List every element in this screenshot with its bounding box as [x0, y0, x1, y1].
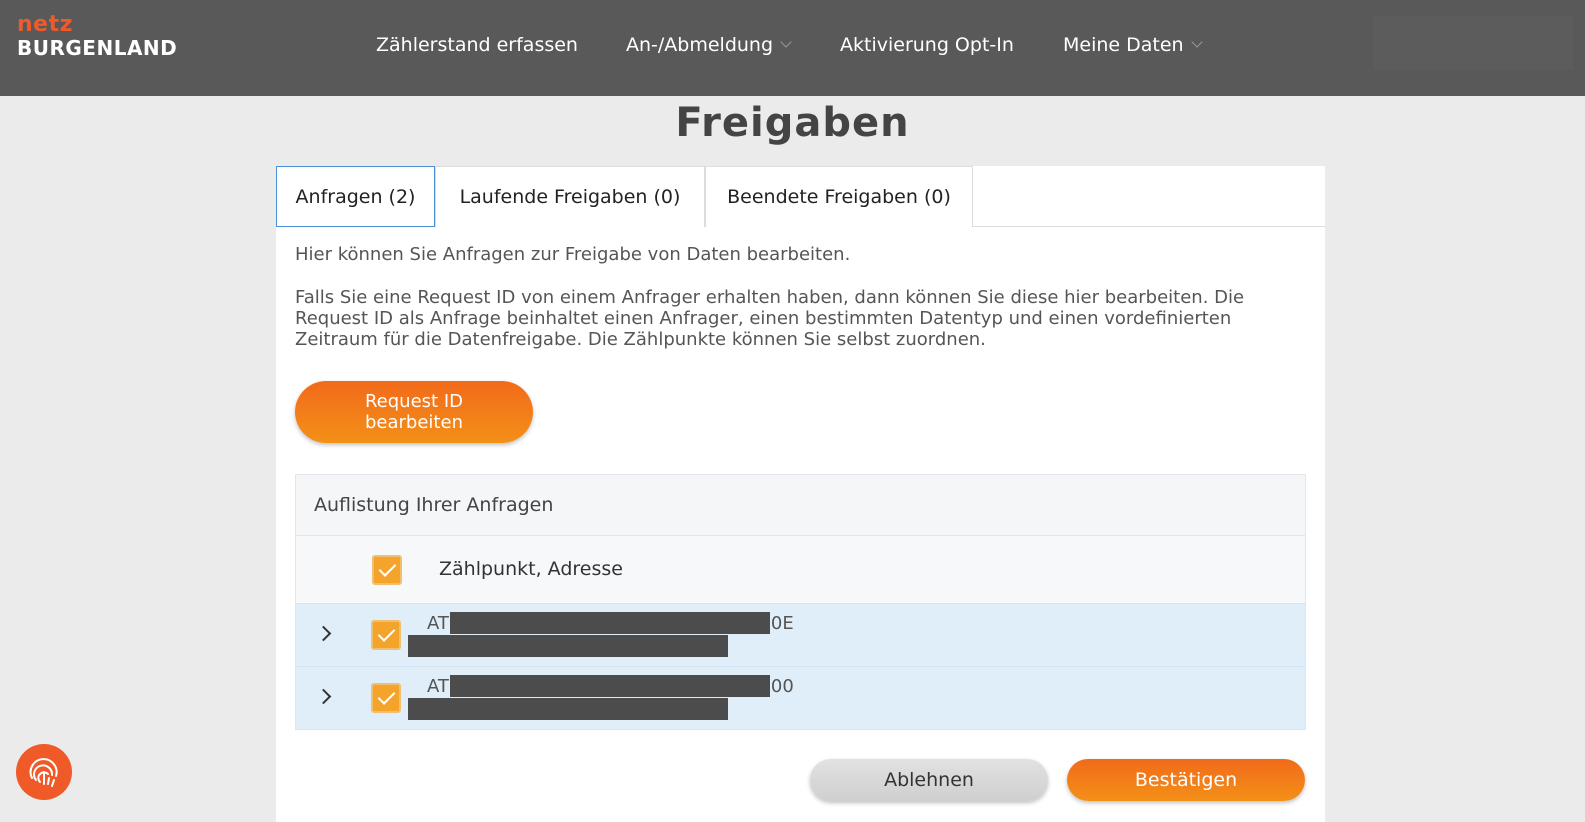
- logo-netz-text: netz: [17, 12, 73, 37]
- nav-label: Zählerstand erfassen: [376, 34, 578, 56]
- anfragen-list: Auflistung Ihrer Anfragen Zählpunkt, Adr…: [295, 474, 1306, 730]
- redacted-address: [408, 698, 728, 720]
- row-checkbox[interactable]: [371, 683, 401, 713]
- ablehnen-button[interactable]: Ablehnen: [810, 759, 1048, 801]
- chevron-right-icon[interactable]: [315, 625, 332, 642]
- nav-zaehlerstand-erfassen[interactable]: Zählerstand erfassen: [376, 34, 578, 56]
- nav-label: Meine Daten: [1063, 34, 1184, 56]
- nav-label: Aktivierung Opt-In: [840, 34, 1014, 56]
- select-all-checkbox[interactable]: [372, 555, 402, 585]
- fingerprint-icon: [29, 758, 58, 787]
- top-navigation-bar: netz BURGENLAND Zählerstand erfassen An-…: [0, 0, 1585, 96]
- id-suffix: 00: [770, 675, 794, 697]
- tab-beendete-freigaben[interactable]: Beendete Freigaben (0): [705, 166, 973, 227]
- column-header-row: Zählpunkt, Adresse: [296, 536, 1305, 603]
- fingerprint-button[interactable]: [16, 744, 72, 800]
- redacted-address: [408, 635, 728, 657]
- netz-burgenland-logo[interactable]: netz BURGENLAND: [17, 12, 178, 60]
- request-id-explanation: Falls Sie eine Request ID von einem Anfr…: [295, 287, 1245, 350]
- column-label-zaehlpunkt-adresse: Zählpunkt, Adresse: [439, 558, 623, 580]
- id-suffix: 0E: [770, 612, 794, 634]
- zaehlpunkt-id: AT 00: [427, 675, 794, 697]
- intro-text: Hier können Sie Anfragen zur Freigabe vo…: [295, 244, 851, 265]
- button-label-line2: bearbeiten: [365, 412, 463, 433]
- zaehlpunkt-id: AT 0E: [427, 612, 794, 634]
- nav-an-abmeldung[interactable]: An-/Abmeldung: [626, 34, 792, 56]
- user-area[interactable]: [1373, 16, 1573, 70]
- tab-laufende-freigaben[interactable]: Laufende Freigaben (0): [435, 166, 705, 227]
- table-row: AT 00: [296, 666, 1305, 729]
- logo-brand-text: BURGENLAND: [17, 36, 178, 60]
- chevron-down-icon: [780, 36, 792, 48]
- nav-aktivierung-opt-in[interactable]: Aktivierung Opt-In: [840, 34, 1014, 56]
- tab-bar: Anfragen (2) Laufende Freigaben (0) Been…: [276, 166, 1325, 227]
- redaction-bar: [449, 612, 770, 634]
- chevron-down-icon: [1190, 36, 1203, 48]
- request-id-bearbeiten-button[interactable]: Request ID bearbeiten: [295, 381, 533, 443]
- id-prefix: AT: [427, 612, 449, 634]
- table-row: AT 0E: [296, 603, 1305, 666]
- nav-label: An-/Abmeldung: [626, 34, 774, 56]
- list-header: Auflistung Ihrer Anfragen: [296, 475, 1305, 536]
- bestaetigen-button[interactable]: Bestätigen: [1067, 759, 1305, 801]
- nav-meine-daten[interactable]: Meine Daten: [1063, 34, 1203, 56]
- freigaben-card: Anfragen (2) Laufende Freigaben (0) Been…: [276, 166, 1325, 822]
- button-label-line1: Request ID: [364, 391, 463, 412]
- page-title: Freigaben: [675, 100, 910, 146]
- redaction-bar: [449, 675, 770, 697]
- id-prefix: AT: [427, 675, 449, 697]
- tab-anfragen[interactable]: Anfragen (2): [276, 166, 435, 227]
- chevron-right-icon[interactable]: [315, 688, 332, 705]
- row-checkbox[interactable]: [371, 620, 401, 650]
